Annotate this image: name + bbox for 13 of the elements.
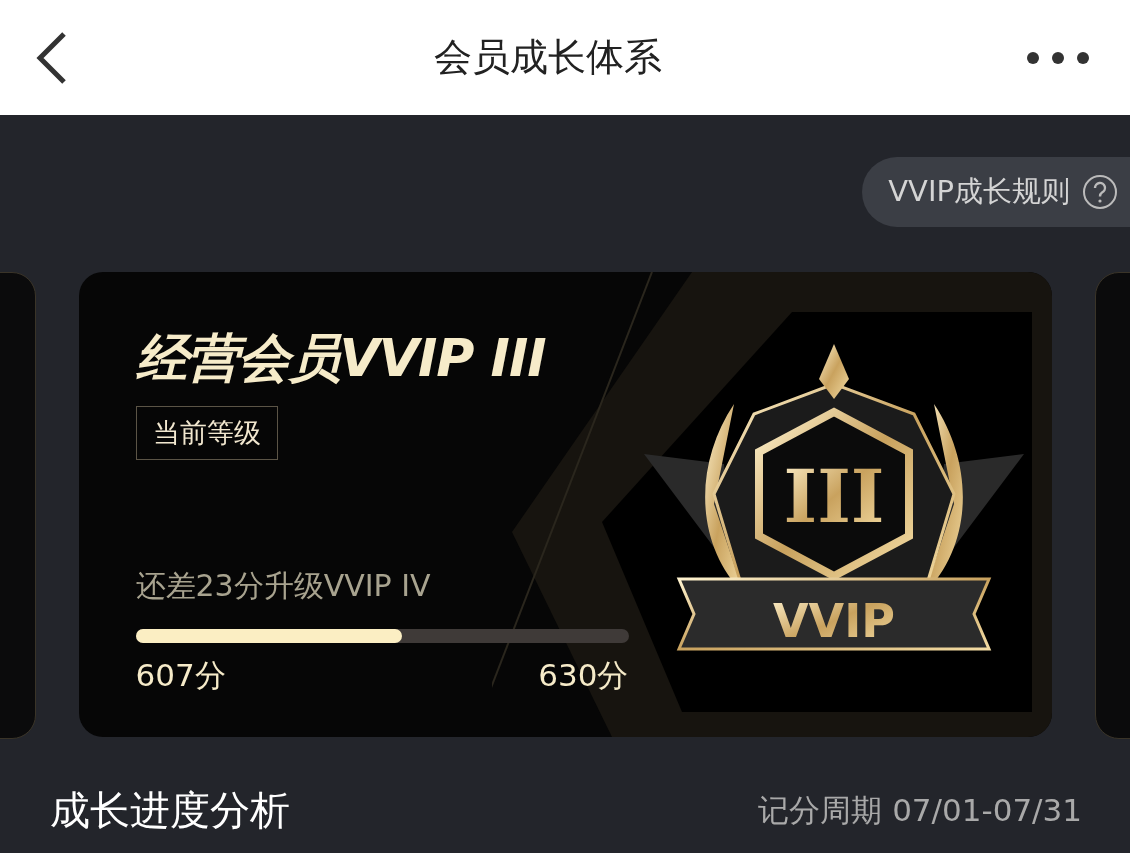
level-title: 经营会员VVIP III: [135, 327, 547, 390]
scoring-period: 记分周期 07/01-07/31: [758, 790, 1082, 830]
vvip-label: VVIP: [772, 594, 895, 648]
current-points: 607分: [135, 656, 226, 695]
current-level-tag: 当前等级: [135, 406, 278, 460]
help-icon: [1082, 174, 1118, 210]
more-icon[interactable]: [1026, 50, 1090, 65]
target-points: 630分: [538, 656, 629, 695]
upgrade-hint: 还差23分升级VVIP IV: [135, 567, 432, 605]
page-title: 会员成长体系: [434, 34, 662, 81]
growth-rules-button[interactable]: VVIP成长规则: [862, 157, 1130, 227]
section-title: 成长进度分析: [50, 786, 290, 835]
level-numeral: III: [783, 454, 884, 539]
